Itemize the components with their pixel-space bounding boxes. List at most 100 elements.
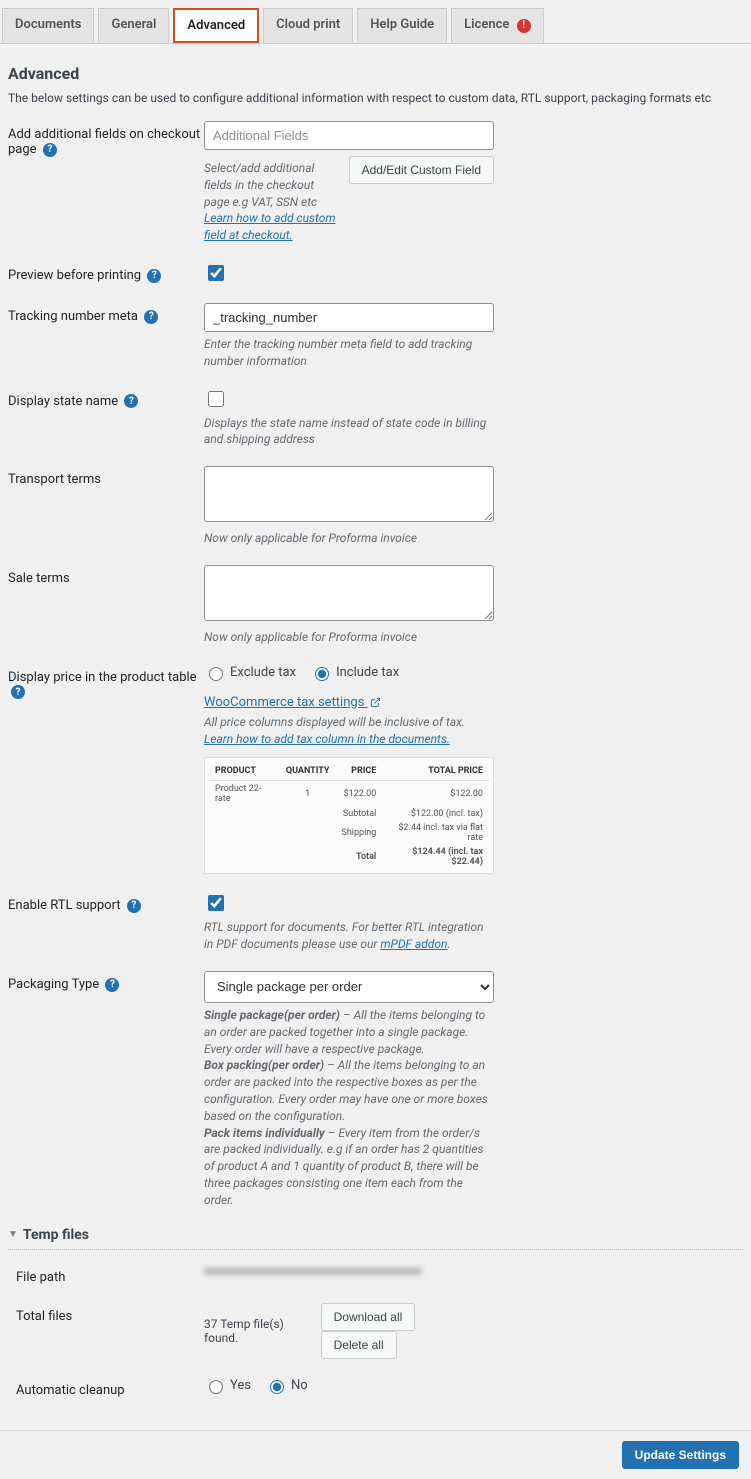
tab-help-guide[interactable]: Help Guide — [357, 8, 447, 43]
help-icon[interactable]: ? — [43, 143, 57, 157]
row-filepath: File path ■■■■■■■■■■■■■■■■■■■■■■■■■■■■■■ — [8, 1264, 743, 1285]
table-row: Product 22-rate 1 $122.00 $122.00 — [209, 781, 489, 808]
radio-exclude-text: Exclude tax — [230, 665, 296, 680]
add-fields-learn-link[interactable]: Learn how to add custom field at checkou… — [204, 211, 336, 242]
label-preview: Preview before printing ? — [8, 262, 204, 283]
control-transport: Now only applicable for Proforma invoice — [204, 466, 494, 547]
price-learn-link[interactable]: Learn how to add tax column in the docum… — [204, 732, 450, 746]
page-title: Advanced — [8, 64, 743, 83]
label-rtl: Enable RTL support ? — [8, 892, 204, 913]
tab-licence[interactable]: Licence ! — [451, 8, 543, 43]
row-total-files: Total files 37 Temp file(s) found. Downl… — [8, 1303, 743, 1359]
radio-cleanup-yes[interactable] — [209, 1380, 223, 1394]
temp-files-header[interactable]: ▼ Temp files — [8, 1227, 743, 1243]
control-filepath: ■■■■■■■■■■■■■■■■■■■■■■■■■■■■■■ — [204, 1264, 494, 1279]
transport-textarea[interactable] — [204, 466, 494, 522]
radio-exclude-tax[interactable] — [209, 667, 223, 681]
help-icon[interactable]: ? — [144, 310, 158, 324]
row-price: Display price in the product table ? Exc… — [8, 664, 743, 875]
chevron-down-icon: ▼ — [8, 1229, 18, 1240]
tabs-bar: Documents General Advanced Cloud print H… — [0, 0, 751, 44]
label-total-files: Total files — [8, 1303, 204, 1324]
mpdf-addon-link[interactable]: mPDF addon — [380, 937, 447, 951]
tracking-desc: Enter the tracking number meta field to … — [204, 336, 494, 370]
label-add-fields: Add additional fields on checkout page ? — [8, 121, 204, 157]
footer-bar: Update Settings — [0, 1430, 751, 1479]
control-preview — [204, 262, 494, 285]
update-settings-button[interactable]: Update Settings — [622, 1441, 739, 1469]
preview-checkbox[interactable] — [208, 265, 224, 281]
radio-cleanup-no[interactable] — [270, 1380, 284, 1394]
label-sale: Sale terms — [8, 565, 204, 586]
tab-licence-label: Licence — [464, 17, 509, 32]
radio-include-tax-label[interactable]: Include tax — [310, 664, 399, 681]
packaging-select[interactable]: Single package per order — [204, 971, 494, 1003]
help-icon[interactable]: ? — [147, 269, 161, 283]
control-price: Exclude tax Include tax WooCommerce tax … — [204, 664, 494, 875]
state-checkbox[interactable] — [208, 391, 224, 407]
label-filepath: File path — [8, 1264, 204, 1285]
page-intro: The below settings can be used to config… — [8, 91, 743, 105]
label-tracking: Tracking number meta ? — [8, 303, 204, 324]
control-tracking: Enter the tracking number meta field to … — [204, 303, 494, 370]
control-state: Displays the state name instead of state… — [204, 388, 494, 449]
radio-include-tax[interactable] — [315, 667, 329, 681]
state-desc: Displays the state name instead of state… — [204, 415, 494, 449]
control-packaging: Single package per order Single package(… — [204, 971, 494, 1209]
control-total-files: 37 Temp file(s) found. Download all Dele… — [204, 1303, 494, 1359]
divider — [8, 1249, 743, 1250]
rtl-checkbox[interactable] — [208, 895, 224, 911]
total-files-value: 37 Temp file(s) found. — [204, 1317, 321, 1345]
label-packaging: Packaging Type ? — [8, 971, 204, 992]
col-total-price: TOTAL PRICE — [382, 762, 489, 781]
row-rtl: Enable RTL support ? RTL support for doc… — [8, 892, 743, 953]
label-transport: Transport terms — [8, 466, 204, 487]
totals-row-total: Total $124.44 (incl. tax $22.44) — [209, 845, 489, 869]
col-product: PRODUCT — [209, 762, 280, 781]
tab-general[interactable]: General — [98, 8, 169, 43]
radio-cleanup-yes-label[interactable]: Yes — [204, 1377, 251, 1394]
radio-include-text: Include tax — [336, 665, 399, 680]
totals-row-subtotal: Subtotal $122.00 (incl. tax) — [209, 807, 489, 821]
content-panel: Advanced The below settings can be used … — [0, 44, 751, 1430]
tracking-input[interactable] — [204, 303, 494, 332]
download-all-button[interactable]: Download all — [321, 1303, 416, 1331]
tab-advanced[interactable]: Advanced — [173, 8, 259, 43]
totals-row-shipping: Shipping $2.44 incl. tax via flat rate — [209, 821, 489, 845]
sale-desc: Now only applicable for Proforma invoice — [204, 629, 494, 646]
col-quantity: QUANTITY — [280, 762, 336, 781]
price-desc: All price columns displayed will be incl… — [204, 714, 494, 748]
row-transport: Transport terms Now only applicable for … — [8, 466, 743, 547]
packaging-desc: Single package(per order) – All the item… — [204, 1007, 494, 1209]
row-state: Display state name ? Displays the state … — [8, 388, 743, 449]
label-price: Display price in the product table ? — [8, 664, 204, 700]
control-add-fields: Select/add additional fields in the chec… — [204, 121, 494, 244]
tab-documents[interactable]: Documents — [2, 8, 94, 43]
radio-cleanup-no-label[interactable]: No — [265, 1377, 308, 1394]
help-icon[interactable]: ? — [11, 685, 25, 699]
row-add-fields: Add additional fields on checkout page ?… — [8, 121, 743, 244]
row-tracking: Tracking number meta ? Enter the trackin… — [8, 303, 743, 370]
additional-fields-input[interactable] — [204, 121, 494, 150]
add-fields-desc-text: Select/add additional fields in the chec… — [204, 161, 317, 209]
add-edit-custom-field-button[interactable]: Add/Edit Custom Field — [349, 156, 494, 184]
radio-exclude-tax-label[interactable]: Exclude tax — [204, 664, 296, 681]
product-table-preview: PRODUCT QUANTITY PRICE TOTAL PRICE Produ… — [204, 757, 494, 874]
row-preview: Preview before printing ? — [8, 262, 743, 285]
transport-desc: Now only applicable for Proforma invoice — [204, 530, 494, 547]
sale-textarea[interactable] — [204, 565, 494, 621]
rtl-desc: RTL support for documents. For better RT… — [204, 919, 494, 953]
row-auto-cleanup: Automatic cleanup Yes No — [8, 1377, 743, 1398]
help-icon[interactable]: ? — [127, 899, 141, 913]
row-packaging: Packaging Type ? Single package per orde… — [8, 971, 743, 1209]
help-icon[interactable]: ? — [124, 394, 138, 408]
label-state: Display state name ? — [8, 388, 204, 409]
delete-all-button[interactable]: Delete all — [321, 1331, 397, 1359]
control-rtl: RTL support for documents. For better RT… — [204, 892, 494, 953]
external-link-icon — [370, 697, 381, 708]
tab-cloud-print[interactable]: Cloud print — [263, 8, 353, 43]
help-icon[interactable]: ? — [105, 978, 119, 992]
control-sale: Now only applicable for Proforma invoice — [204, 565, 494, 646]
woocommerce-tax-settings-link[interactable]: WooCommerce tax settings — [204, 695, 381, 710]
col-price: PRICE — [336, 762, 383, 781]
